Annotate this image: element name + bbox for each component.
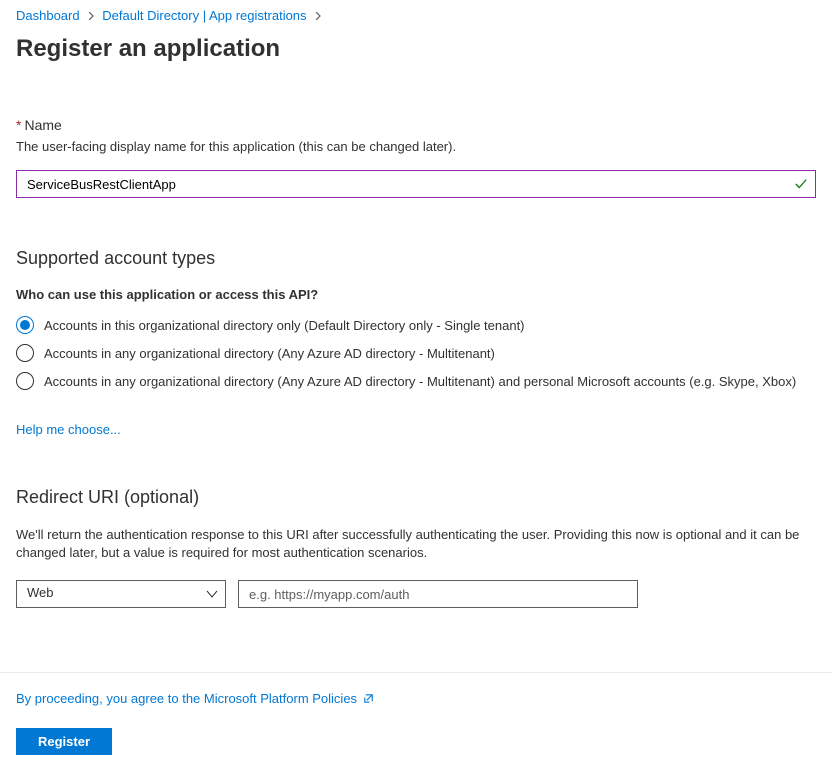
radio-icon [16,372,34,390]
radio-label: Accounts in any organizational directory… [44,374,796,389]
radio-option-multitenant-personal[interactable]: Accounts in any organizational directory… [16,372,816,390]
register-button[interactable]: Register [16,728,112,755]
account-types-heading: Supported account types [16,248,816,269]
redirect-uri-heading: Redirect URI (optional) [16,487,816,508]
platform-select[interactable]: Web [16,580,226,608]
platform-policies-link[interactable]: By proceeding, you agree to the Microsof… [16,691,375,706]
help-me-choose-link[interactable]: Help me choose... [16,422,121,437]
radio-label: Accounts in any organizational directory… [44,346,495,361]
chevron-right-icon [314,11,322,23]
required-indicator: * [16,117,21,133]
radio-icon [16,344,34,362]
radio-label: Accounts in this organizational director… [44,318,525,333]
name-field-label: *Name [16,117,816,133]
radio-option-single-tenant[interactable]: Accounts in this organizational director… [16,316,816,334]
external-link-icon [362,692,375,705]
radio-icon [16,316,34,334]
redirect-uri-description: We'll return the authentication response… [16,526,816,562]
name-input[interactable] [16,170,816,198]
breadcrumb-app-registrations[interactable]: Default Directory | App registrations [102,8,306,23]
chevron-right-icon [87,11,98,23]
radio-option-multitenant[interactable]: Accounts in any organizational directory… [16,344,816,362]
breadcrumb: Dashboard Default Directory | App regist… [0,0,832,31]
check-icon [794,177,808,191]
name-field-description: The user-facing display name for this ap… [16,139,816,154]
account-types-question: Who can use this application or access t… [16,287,816,302]
page-title: Register an application [0,31,832,71]
redirect-uri-input[interactable] [238,580,638,608]
breadcrumb-dashboard[interactable]: Dashboard [16,8,80,23]
